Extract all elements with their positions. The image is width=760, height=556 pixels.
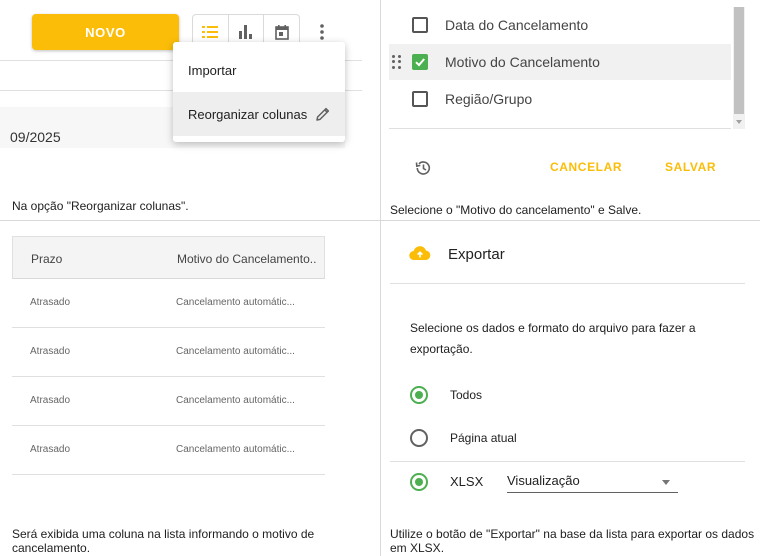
chart-view-icon <box>239 25 252 39</box>
column-list-scrollbar[interactable] <box>733 7 745 129</box>
menu-item-importar[interactable]: Importar <box>173 48 345 92</box>
radio-pagina-atual[interactable] <box>410 429 428 447</box>
column-item-regiao-grupo[interactable]: Região/Grupo <box>389 81 731 117</box>
column-checkbox[interactable] <box>412 91 428 107</box>
options-dropdown-menu: Importar Reorganizar colunas <box>173 42 345 142</box>
caption-panel-3: Será exibida uma coluna na lista informa… <box>12 527 315 555</box>
column-header-motivo[interactable]: Motivo do Cancelamento.. <box>177 252 316 266</box>
column-label: Data do Cancelamento <box>445 17 589 33</box>
cell-prazo: Atrasado <box>30 444 71 455</box>
caption-panel-1: Na opção "Reorganizar colunas". <box>12 199 189 213</box>
cell-prazo: Atrasado <box>30 346 71 357</box>
export-dialog-title: Exportar <box>448 246 505 263</box>
option-label: Página atual <box>450 431 517 445</box>
column-checkbox-checked[interactable] <box>412 54 428 70</box>
table-row[interactable]: Atrasado Cancelamento automátic... <box>12 279 325 328</box>
export-description: Selecione os dados e formato do arquivo … <box>410 321 696 356</box>
column-list: Data do Cancelamento Motivo do Cancelame… <box>389 7 731 129</box>
drag-handle-icon[interactable] <box>392 55 402 69</box>
column-label: Região/Grupo <box>445 91 533 107</box>
history-icon <box>415 161 431 175</box>
table-header: Prazo Motivo do Cancelamento.. <box>12 236 325 279</box>
scrollbar-thumb[interactable] <box>734 7 744 114</box>
row-date-value: 09/2025 <box>10 129 61 145</box>
panel-divider-horizontal <box>0 220 760 221</box>
table-row[interactable]: Atrasado Cancelamento automátic... <box>12 426 325 475</box>
column-checkbox[interactable] <box>412 17 428 33</box>
cell-motivo: Cancelamento automátic... <box>176 444 295 455</box>
checkmark-icon <box>415 58 425 67</box>
caption-panel-4: Utilize o botão de "Exportar" na base da… <box>390 527 755 555</box>
layout-select[interactable]: Visualização <box>507 471 678 493</box>
menu-item-label: Importar <box>188 62 237 78</box>
column-item-motivo-cancelamento[interactable]: Motivo do Cancelamento <box>389 44 731 80</box>
orders-table: Prazo Motivo do Cancelamento.. Atrasado … <box>12 236 325 475</box>
cancel-button[interactable]: CANCELAR <box>550 160 622 174</box>
save-button[interactable]: SALVAR <box>665 160 716 174</box>
export-dialog-header: Exportar <box>390 228 745 284</box>
restore-default-button[interactable] <box>414 159 432 182</box>
column-item-data-cancelamento[interactable]: Data do Cancelamento <box>389 7 731 43</box>
more-vertical-icon <box>320 24 324 40</box>
cell-motivo: Cancelamento automátic... <box>176 346 295 357</box>
panel-divider-vertical <box>380 0 381 556</box>
cell-prazo: Atrasado <box>30 297 71 308</box>
column-label: Motivo do Cancelamento <box>445 54 600 70</box>
column-header-prazo[interactable]: Prazo <box>31 252 62 266</box>
cell-motivo: Cancelamento automátic... <box>176 395 295 406</box>
scroll-down-arrow-icon[interactable] <box>736 120 742 124</box>
table-row[interactable]: Atrasado Cancelamento automátic... <box>12 328 325 377</box>
menu-item-reorganizar-colunas[interactable]: Reorganizar colunas <box>173 92 345 136</box>
caption-panel-2: Selecione o "Motivo do cancelamento" e S… <box>390 203 642 217</box>
radio-todos[interactable] <box>410 386 428 404</box>
format-label: XLSX <box>450 474 484 489</box>
radio-xlsx[interactable] <box>410 473 428 491</box>
list-view-icon <box>202 26 219 38</box>
export-divider <box>390 461 745 462</box>
novo-button[interactable]: NOVO <box>32 14 179 50</box>
cloud-upload-icon <box>409 246 431 261</box>
option-label: Todos <box>450 388 483 402</box>
select-value: Visualização <box>507 473 580 488</box>
cell-motivo: Cancelamento automátic... <box>176 297 295 308</box>
chevron-down-icon <box>662 480 670 485</box>
table-row[interactable]: Atrasado Cancelamento automátic... <box>12 377 325 426</box>
calendar-view-icon <box>274 24 289 40</box>
cell-prazo: Atrasado <box>30 395 71 406</box>
menu-item-label: Reorganizar colunas <box>188 106 308 122</box>
pencil-icon <box>315 106 331 122</box>
